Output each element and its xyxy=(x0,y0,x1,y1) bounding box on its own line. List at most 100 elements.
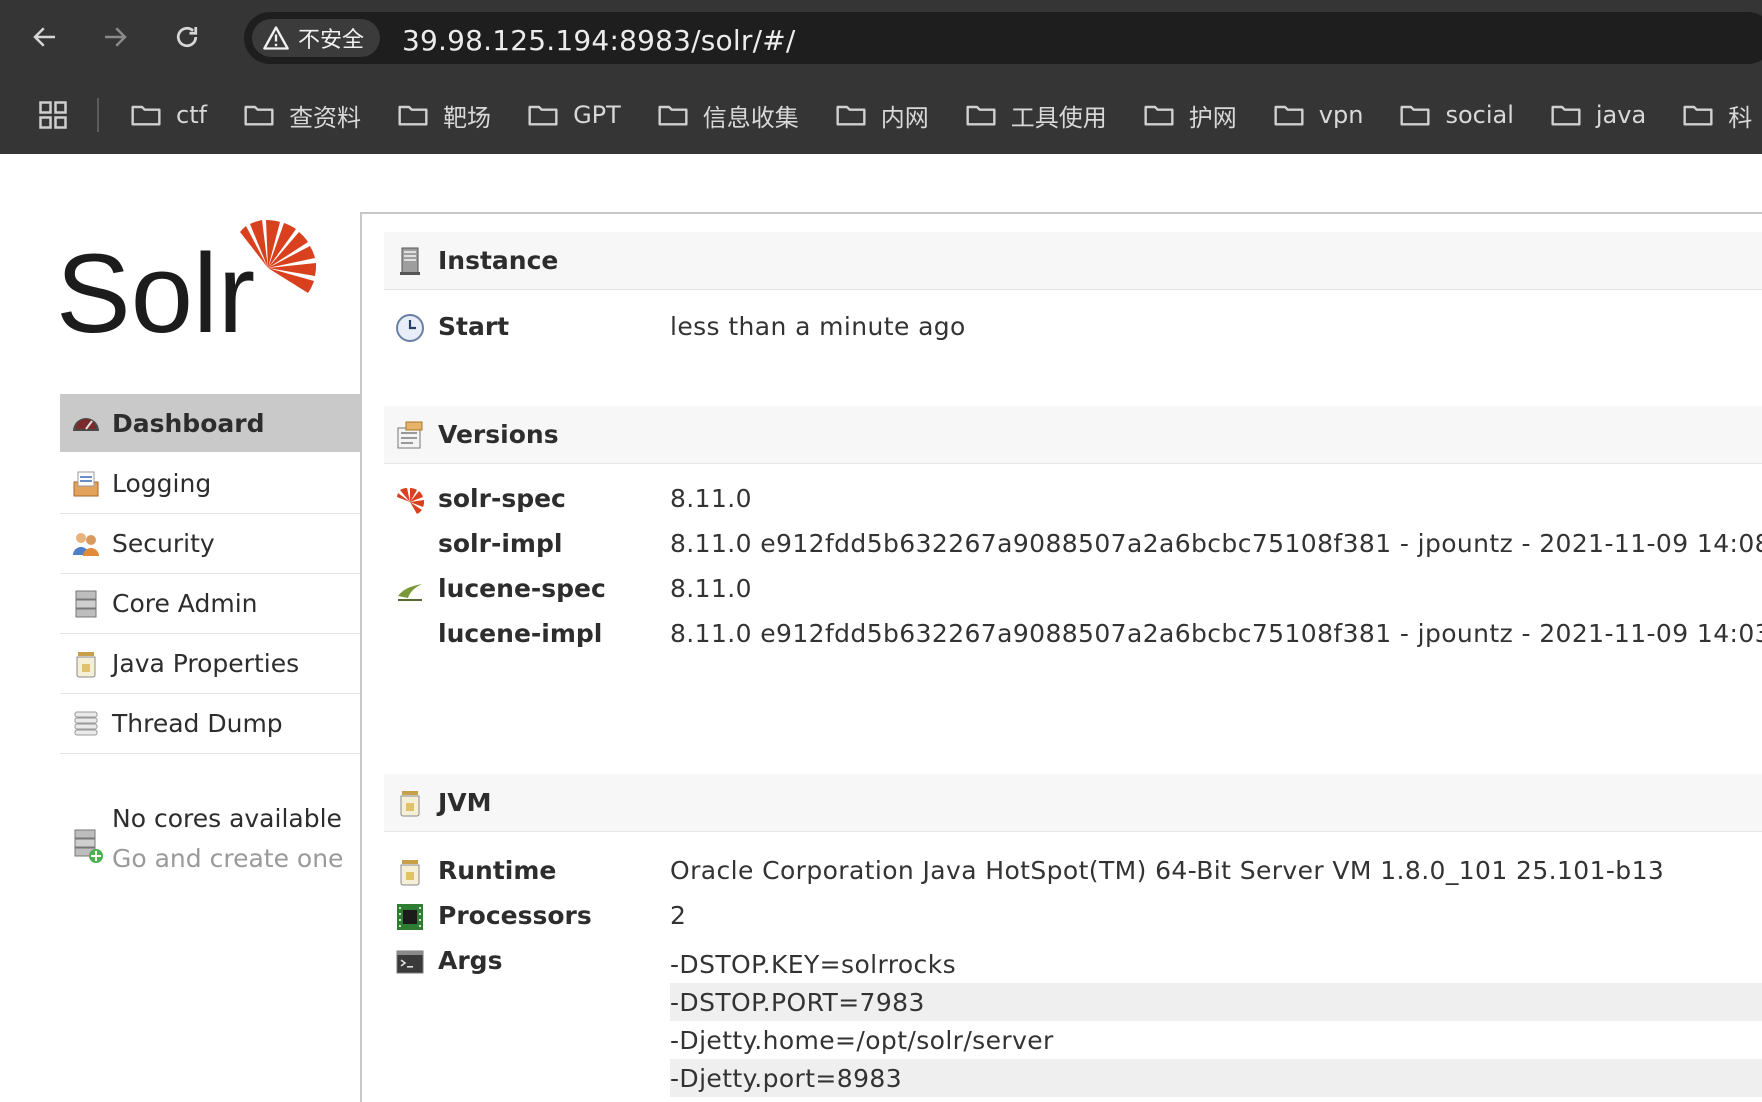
jvm-arg: -Djetty.home=/opt/solr/server xyxy=(670,1025,1054,1055)
forward-arrow-icon xyxy=(105,27,127,47)
versions-title: Versions xyxy=(438,420,559,449)
instance-section: Instance Start less than a minute ago xyxy=(384,232,1762,342)
bookmark-label: social xyxy=(1445,101,1514,129)
bookmark-item[interactable]: 内网 xyxy=(835,98,929,133)
version-key: lucene-impl xyxy=(438,619,603,648)
bookmark-item[interactable]: java xyxy=(1550,99,1646,131)
sidebar-item-label: Security xyxy=(112,529,215,558)
apps-grid-icon[interactable] xyxy=(38,100,68,130)
folder-icon xyxy=(1551,105,1581,126)
java-runtime-icon xyxy=(400,860,420,886)
security-icon xyxy=(70,528,102,560)
solr-logo-text: Solr xyxy=(56,231,255,346)
solr-admin-page: Solr Dashboard Logging Security Core Admin J… xyxy=(0,154,1762,1102)
sidebar-item-logging[interactable]: Logging xyxy=(60,454,361,514)
bookmark-label: java xyxy=(1595,101,1647,129)
bookmark-label: 信息收集 xyxy=(702,103,799,132)
server-icon xyxy=(400,247,420,275)
bookmark-item[interactable]: 护网 xyxy=(1143,98,1237,133)
address-bar[interactable]: 不安全 39.98.125.194:8983/solr/#/ xyxy=(244,12,1762,64)
bookmark-label: 靶场 xyxy=(443,103,492,132)
instance-header: Instance xyxy=(384,232,1762,290)
args-label: Args xyxy=(438,946,503,975)
bookmark-item[interactable]: 信息收集 xyxy=(657,98,799,133)
thread-dump-icon xyxy=(70,708,102,740)
start-value: less than a minute ago xyxy=(670,312,966,341)
version-value: 8.11.0 e912fdd5b632267a9088507a2a6bcbc75… xyxy=(670,529,1762,558)
jvm-section: JVM Runtime Oracle Corporation Java HotS… xyxy=(384,774,1762,1097)
bookmark-label: vpn xyxy=(1318,101,1364,129)
sidebar-item-security[interactable]: Security xyxy=(60,514,361,574)
sidebar-item-label: Core Admin xyxy=(112,589,258,618)
no-cores-notice: No cores available Go and create one xyxy=(60,804,361,894)
folder-icon xyxy=(244,105,274,126)
back-button[interactable] xyxy=(28,20,62,54)
lucene-icon xyxy=(398,584,422,601)
folder-icon xyxy=(528,105,558,126)
bookmark-item[interactable]: vpn xyxy=(1273,99,1364,131)
browser-toolbar: 不安全 39.98.125.194:8983/solr/#/ xyxy=(0,0,1762,76)
sidebar-item-thread-dump[interactable]: Thread Dump xyxy=(60,694,361,754)
sidebar-item-core-admin[interactable]: Core Admin xyxy=(60,574,361,634)
jvm-title: JVM xyxy=(438,788,492,817)
bookmark-label: 查资料 xyxy=(289,103,362,132)
cpu-chip-icon xyxy=(397,904,423,930)
bookmark-item[interactable]: 科 xyxy=(1682,98,1752,133)
jvm-arg: -Djetty.port=8983 xyxy=(670,1059,1762,1097)
terminal-icon xyxy=(396,950,424,974)
core-add-icon xyxy=(74,829,103,863)
bookmark-label: GPT xyxy=(573,101,621,129)
sidebar-item-java-properties[interactable]: Java Properties xyxy=(60,634,361,694)
bookmarks-divider xyxy=(97,98,99,132)
folder-icon xyxy=(1144,105,1174,126)
solr-icon xyxy=(397,488,425,514)
url-text[interactable]: 39.98.125.194:8983/solr/#/ xyxy=(402,24,796,57)
bookmark-item[interactable]: 工具使用 xyxy=(965,98,1107,133)
create-core-link[interactable]: Go and create one xyxy=(112,844,343,873)
jvm-header: JVM xyxy=(384,774,1762,832)
core-admin-icon xyxy=(70,588,102,620)
forward-button[interactable] xyxy=(98,20,132,54)
bookmark-item[interactable]: ctf xyxy=(130,99,207,131)
bookmark-item[interactable]: social xyxy=(1399,99,1514,131)
start-label: Start xyxy=(438,312,510,341)
logging-icon xyxy=(70,468,102,500)
bookmark-item[interactable]: GPT xyxy=(527,99,621,131)
folder-icon xyxy=(1683,105,1713,126)
folder-icon xyxy=(1400,105,1430,126)
bookmark-label: ctf xyxy=(176,101,208,129)
version-row: lucene-spec 8.11.0 xyxy=(384,572,1762,612)
bookmark-item[interactable]: 靶场 xyxy=(397,98,491,133)
solr-logo-mark: Solr xyxy=(56,219,317,356)
clock-icon xyxy=(396,314,424,342)
version-value: 8.11.0 e912fdd5b632267a9088507a2a6bcbc75… xyxy=(670,619,1762,648)
reload-icon xyxy=(176,26,198,48)
folder-icon xyxy=(131,105,161,126)
runtime-value: Oracle Corporation Java HotSpot(TM) 64-B… xyxy=(670,856,1665,885)
version-key: solr-spec xyxy=(438,484,566,513)
sidebar-item-label: Logging xyxy=(112,469,212,498)
sidebar-item-dashboard[interactable]: Dashboard xyxy=(60,394,361,452)
java-properties-icon xyxy=(70,648,102,680)
folder-icon xyxy=(966,105,996,126)
warning-icon xyxy=(263,26,289,50)
version-row: lucene-impl 8.11.0 e912fdd5b632267a908850… xyxy=(384,617,1762,657)
back-arrow-icon xyxy=(33,27,55,47)
start-row: Start less than a minute ago xyxy=(384,310,1762,350)
version-key: solr-impl xyxy=(438,529,563,558)
dashboard-content: Instance Start less than a minute ago Ve… xyxy=(360,212,1762,1102)
folder-icon xyxy=(658,105,688,126)
bookmark-label: 工具使用 xyxy=(1010,103,1107,132)
dashboard-icon xyxy=(70,407,102,439)
bookmark-item[interactable]: 查资料 xyxy=(243,98,361,133)
sidebar-item-label: Java Properties xyxy=(112,649,300,678)
solr-logo[interactable]: Solr xyxy=(56,210,326,356)
processors-label: Processors xyxy=(438,901,592,930)
bookmark-label: 内网 xyxy=(880,103,929,132)
security-label: 不安全 xyxy=(298,28,365,53)
security-indicator[interactable]: 不安全 xyxy=(252,19,381,57)
reload-button[interactable] xyxy=(170,20,204,54)
instance-title: Instance xyxy=(438,246,559,275)
jvm-arg: -DSTOP.KEY=solrrocks xyxy=(670,949,957,979)
java-jar-icon xyxy=(400,790,420,816)
